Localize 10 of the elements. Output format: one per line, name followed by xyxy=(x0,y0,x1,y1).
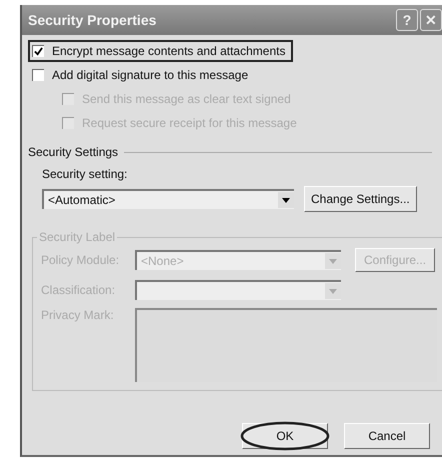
window-title: Security Properties xyxy=(28,12,156,28)
security-setting-dropdown[interactable]: <Automatic> xyxy=(42,189,294,209)
field-label: Security setting: xyxy=(42,167,128,181)
checkbox[interactable] xyxy=(32,69,44,81)
checkbox-option[interactable]: Encrypt message contents and attachments xyxy=(28,40,294,62)
dialog-button[interactable]: Cancel xyxy=(344,423,430,449)
checkbox-option[interactable]: Add digital signature to this message xyxy=(28,64,256,86)
section-heading: Security Settings xyxy=(28,145,118,159)
change-settings-button[interactable]: Change Settings... xyxy=(304,186,417,212)
checkbox[interactable] xyxy=(32,45,44,57)
